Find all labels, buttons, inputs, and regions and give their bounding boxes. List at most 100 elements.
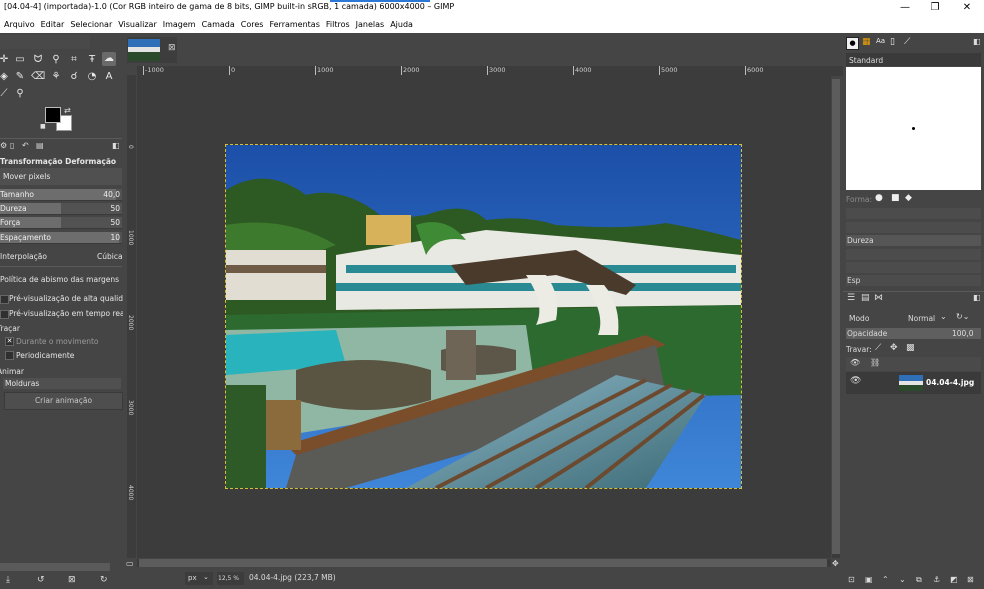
document-tab-icon[interactable]: ▯ [890, 37, 895, 47]
menu-imagem[interactable]: Imagem [159, 16, 198, 33]
strength-slider[interactable]: Força 50 [0, 217, 122, 229]
left-dock-scrollbar[interactable] [0, 563, 110, 571]
zoom-icon[interactable]: ⚲ [13, 87, 27, 101]
fuzzy-select-icon[interactable]: ⚲ [49, 53, 63, 67]
foreground-color-swatch[interactable] [45, 107, 61, 123]
warp-transform-icon[interactable]: ☁ [102, 52, 116, 66]
abyss-policy-combo[interactable]: Política de abismo das margens [0, 275, 119, 284]
move-tool-icon[interactable]: ✛ [0, 53, 11, 67]
interpolation-combo[interactable]: Cúbica [97, 252, 123, 261]
brush-name-field[interactable]: Standard [846, 53, 981, 66]
channels-tab-icon[interactable]: ▤ [861, 293, 870, 303]
default-colors-icon[interactable]: ■ [40, 123, 46, 130]
crop-icon[interactable]: ⌗ [67, 53, 81, 67]
smudge-icon[interactable]: ☌ [67, 70, 81, 84]
menu-ajuda[interactable]: Ajuda [386, 16, 415, 33]
text-transform-icon[interactable]: Ŧ [85, 53, 99, 67]
horizontal-scrollbar-thumb[interactable] [139, 559, 827, 567]
new-layer-icon[interactable]: ⊡ [848, 575, 855, 584]
menu-janelas[interactable]: Janelas [352, 16, 387, 33]
visibility-eye-icon[interactable]: 👁 [850, 376, 861, 386]
dock-menu-icon[interactable]: ◧ [973, 293, 981, 302]
diamond-shape-icon[interactable]: ◆ [905, 193, 912, 203]
image-tab[interactable]: ⊠ [127, 37, 177, 63]
anchor-layer-icon[interactable]: ⚓ [933, 575, 940, 584]
reset-options-icon[interactable]: ↻ [100, 575, 108, 585]
undo-history-tab-icon[interactable]: ↶ [22, 141, 29, 150]
mode-combo[interactable]: Mover pixels [0, 168, 122, 185]
menu-arquivo[interactable]: Arquivo [0, 16, 37, 33]
zoom-combo[interactable]: 12,5 % [217, 572, 244, 585]
menu-cores[interactable]: Cores [237, 16, 266, 33]
menu-selecionar[interactable]: Selecionar [66, 16, 114, 33]
menu-ferramentas[interactable]: Ferramentas [265, 16, 321, 33]
unit-combo[interactable]: px ⌄ [185, 572, 213, 585]
menu-editar[interactable]: Editar [37, 16, 67, 33]
clone-icon[interactable]: ⚘ [49, 70, 63, 84]
horizontal-scrollbar[interactable] [137, 559, 831, 567]
lock-pixels-icon[interactable]: ⟋ [875, 343, 881, 353]
close-tab-icon[interactable]: ⊠ [168, 43, 176, 53]
vertical-scrollbar-thumb[interactable] [832, 79, 840, 554]
images-tab-icon[interactable]: ▤ [36, 141, 44, 150]
device-status-tab-icon[interactable]: ▯ [10, 141, 14, 150]
composite-mode-icon[interactable]: ↻⌄ [956, 312, 969, 321]
paths-tab-icon[interactable]: ⋈ [874, 293, 883, 303]
rect-select-icon[interactable]: ▭ [13, 53, 27, 67]
aspect-slider[interactable] [846, 249, 981, 260]
spikes-slider[interactable] [846, 222, 981, 233]
during-motion-checkbox[interactable]: ✕ [5, 337, 14, 346]
frames-slider[interactable]: Molduras [3, 378, 121, 389]
menu-filtros[interactable]: Filtros [322, 16, 352, 33]
delete-options-icon[interactable]: ⊠ [68, 575, 76, 585]
fonts-tab-icon[interactable]: Aa [876, 37, 885, 45]
close-button[interactable]: ✕ [952, 0, 982, 16]
realtime-preview-checkbox[interactable] [0, 310, 9, 319]
create-animation-button[interactable]: Criar animação [4, 392, 123, 410]
periodically-checkbox[interactable] [5, 351, 14, 360]
radius-slider[interactable] [846, 208, 981, 219]
brush-preview[interactable] [846, 67, 981, 190]
dock-menu-icon[interactable]: ◧ [112, 141, 120, 150]
save-options-icon[interactable]: ⤓ [6, 575, 10, 585]
menu-visualizar[interactable]: Visualizar [114, 16, 159, 33]
bucket-fill-icon[interactable]: ◈ [0, 70, 11, 84]
image-canvas[interactable] [225, 144, 742, 489]
raise-layer-icon[interactable]: ⌃ [882, 575, 889, 584]
new-layer-group-icon[interactable]: ▣ [865, 575, 873, 584]
vertical-scrollbar[interactable] [832, 79, 840, 558]
brushes-tab-icon[interactable]: ● [846, 37, 859, 50]
delete-layer-icon[interactable]: ⊠ [967, 575, 974, 584]
minimize-button[interactable]: — [890, 0, 920, 16]
square-shape-icon[interactable]: ■ [891, 193, 900, 203]
opacity-slider[interactable]: Opacidade 100,0 [846, 328, 981, 339]
patterns-tab-icon[interactable]: ▦ [862, 37, 871, 47]
quick-mask-icon[interactable]: ▭ [126, 559, 134, 568]
lower-layer-icon[interactable]: ⌄ [899, 575, 906, 584]
layers-tab-icon[interactable]: ☰ [847, 293, 855, 303]
dock-menu-icon[interactable]: ◧ [973, 37, 981, 46]
menu-camada[interactable]: Camada [198, 16, 237, 33]
hardness-slider[interactable]: Dureza [846, 235, 981, 246]
dodge-icon[interactable]: ◔ [85, 70, 99, 84]
size-slider[interactable]: Tamanho 40,0 [0, 189, 122, 201]
swap-colors-icon[interactable]: ⇄ [64, 106, 71, 115]
circle-shape-icon[interactable]: ● [875, 193, 883, 203]
color-picker-icon[interactable]: ⟋ [0, 87, 11, 101]
paintbrush-icon[interactable]: ✎ [13, 70, 27, 84]
text-tool-icon[interactable]: A [102, 70, 116, 84]
dynamics-tab-icon[interactable]: ⟋ [904, 37, 910, 47]
restore-button[interactable]: ❐ [920, 0, 950, 16]
duplicate-layer-icon[interactable]: ⧉ [916, 575, 922, 585]
angle-slider[interactable] [846, 262, 981, 273]
free-select-icon[interactable]: ᗢ [31, 53, 45, 67]
hq-preview-checkbox[interactable] [0, 295, 9, 304]
zoom-toggle-icon[interactable] [831, 66, 843, 76]
eraser-icon[interactable]: ⌫ [31, 70, 45, 84]
mask-layer-icon[interactable]: ◩ [950, 575, 958, 584]
spacing-slider[interactable]: Espaçamento 10 [0, 232, 122, 244]
restore-options-icon[interactable]: ↺ [37, 575, 45, 585]
lock-alpha-icon[interactable]: ▩ [906, 343, 915, 353]
hardness-slider[interactable]: Dureza 50 [0, 203, 122, 215]
navigate-icon[interactable]: ✥ [832, 559, 839, 568]
